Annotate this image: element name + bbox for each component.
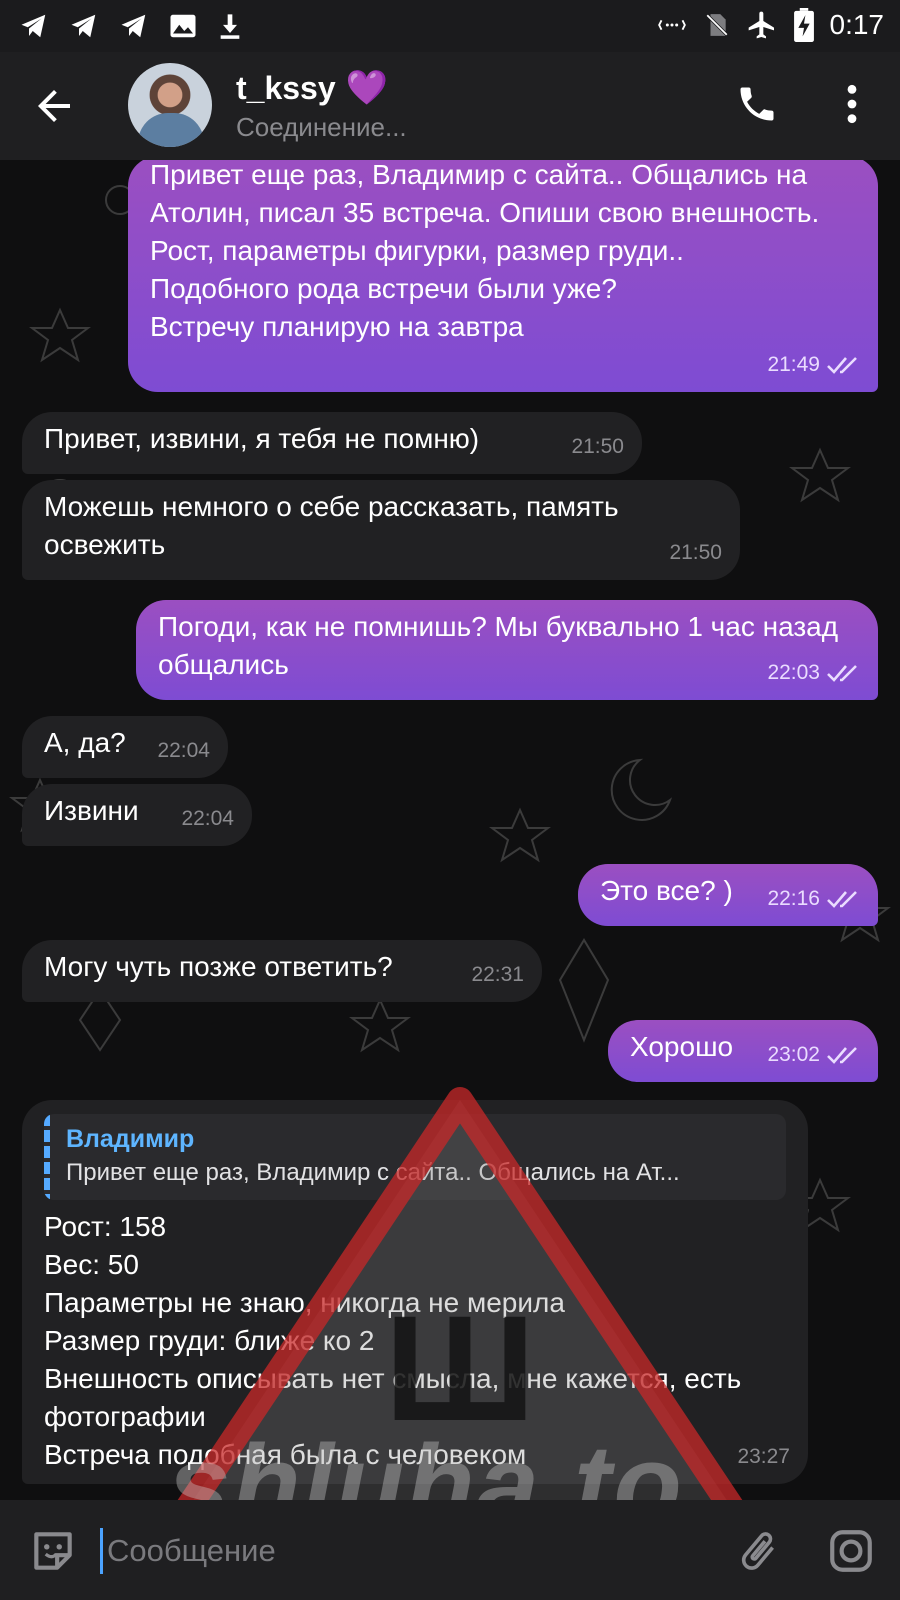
message-time: 21:50	[669, 541, 722, 564]
message-outgoing[interactable]: Погоди, как не помнишь? Мы буквально 1 ч…	[136, 600, 878, 700]
message-incoming[interactable]: А, да? 22:04	[22, 716, 228, 778]
message-time: 23:02	[767, 1043, 820, 1066]
telegram-icon	[121, 14, 146, 38]
reply-author: Владимир	[66, 1125, 195, 1153]
download-icon	[220, 14, 240, 39]
message-meta: 21:50	[571, 428, 624, 466]
message-meta: 22:04	[157, 732, 210, 770]
back-arrow-icon[interactable]	[30, 82, 78, 130]
notification-icons	[18, 10, 244, 42]
connection-status: Соединение...	[236, 112, 407, 142]
message-meta: 21:49	[767, 346, 860, 384]
double-check-icon	[827, 891, 857, 908]
no-sim-icon	[704, 13, 729, 37]
composer	[0, 1500, 900, 1600]
message-text: Можешь немного о себе рассказать, память…	[44, 491, 627, 560]
telegram-icon	[21, 14, 46, 38]
message-outgoing[interactable]: Это все? ) 22:16	[578, 864, 878, 926]
message-meta: 21:50	[669, 534, 722, 572]
avatar[interactable]	[128, 63, 212, 147]
message-incoming[interactable]: Могу чуть позже ответить? 22:31	[22, 940, 542, 1002]
reply-preview[interactable]: Владимир Привет еще раз, Владимир с сайт…	[44, 1114, 786, 1200]
message-time: 22:04	[181, 807, 234, 830]
camera-icon[interactable]	[826, 1526, 876, 1576]
message-time: 23:27	[737, 1445, 790, 1468]
contact-name: t_kssy	[236, 69, 336, 106]
avatar-photo	[138, 113, 204, 147]
message-incoming[interactable]: Привет, извини, я тебя не помню) 21:50	[22, 412, 642, 474]
telegram-icon	[71, 14, 96, 38]
message-meta: 22:04	[181, 800, 234, 838]
image-icon	[170, 14, 196, 38]
clock: 0:17	[829, 9, 885, 40]
double-check-icon	[827, 357, 857, 374]
message-text: Привет еще раз, Владимир с сайта.. Общал…	[150, 160, 820, 342]
message-meta: 22:03	[767, 654, 860, 692]
paperclip-icon[interactable]	[734, 1526, 782, 1576]
battery-charging-icon	[793, 8, 814, 42]
message-time: 21:49	[767, 353, 820, 376]
double-check-icon	[827, 1047, 857, 1064]
message-time: 22:31	[471, 963, 524, 986]
message-text: Погоди, как не помнишь? Мы буквально 1 ч…	[158, 611, 846, 680]
message-time: 21:50	[571, 435, 624, 458]
message-input[interactable]	[100, 1528, 700, 1574]
message-meta: 22:16	[767, 880, 860, 918]
message-incoming[interactable]: Извини 22:04	[22, 784, 252, 846]
message-text: Могу чуть позже ответить?	[44, 951, 393, 982]
message-outgoing[interactable]: Хорошо 23:02	[608, 1020, 878, 1082]
message-meta: 22:31	[471, 956, 524, 994]
sticker-icon[interactable]	[28, 1526, 78, 1576]
purple-heart-emoji: 💜	[345, 69, 388, 107]
message-list[interactable]: Привет еще раз, Владимир с сайта.. Общал…	[0, 160, 900, 1500]
status-bar: 0:17	[0, 0, 900, 52]
chat-header: t_kssy 💜 Соединение...	[0, 52, 900, 160]
message-time: 22:16	[767, 887, 820, 910]
phone-icon[interactable]	[735, 82, 779, 126]
message-meta: 23:27	[737, 1438, 790, 1476]
reply-text: Привет еще раз, Владимир с сайта.. Общал…	[66, 1159, 680, 1186]
double-check-icon	[827, 665, 857, 682]
message-time: 22:03	[767, 661, 820, 684]
message-outgoing[interactable]: Привет еще раз, Владимир с сайта.. Общал…	[128, 160, 878, 392]
system-icons: 0:17	[656, 8, 885, 42]
more-vert-icon[interactable]	[838, 82, 866, 126]
message-time: 22:04	[157, 739, 210, 762]
message-text: Привет, извини, я тебя не помню)	[44, 423, 480, 454]
vibrate-icon	[657, 19, 686, 31]
message-incoming[interactable]: Можешь немного о себе рассказать, память…	[22, 480, 740, 580]
chat-title[interactable]: t_kssy 💜	[236, 68, 388, 108]
airplane-icon	[748, 11, 774, 39]
message-meta: 23:02	[767, 1036, 860, 1074]
